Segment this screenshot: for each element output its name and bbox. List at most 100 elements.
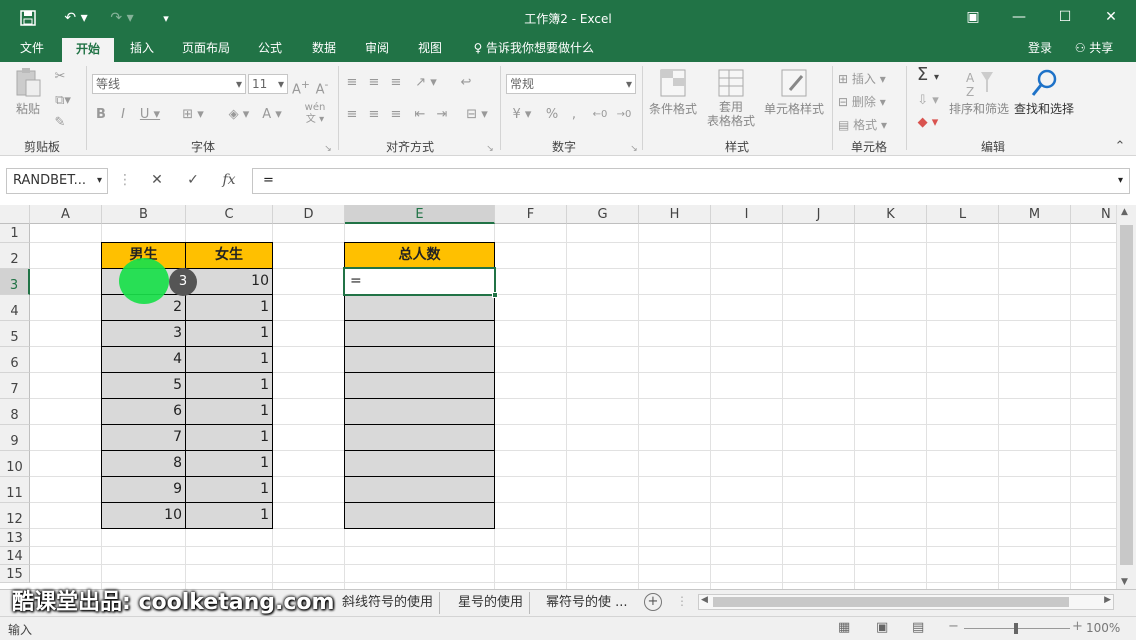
- header-cell-female[interactable]: 女生: [185, 242, 273, 269]
- cell-e10[interactable]: [344, 450, 495, 477]
- formula-input[interactable]: = ▾: [252, 168, 1130, 194]
- cell-b5[interactable]: 3: [101, 320, 186, 347]
- conditional-formatting-button[interactable]: 条件格式: [646, 68, 700, 117]
- cell-b11[interactable]: 9: [101, 476, 186, 503]
- dialog-launcher-icon[interactable]: ↘: [322, 140, 334, 158]
- column-header-i[interactable]: I: [711, 205, 783, 224]
- row-header-7[interactable]: 7: [0, 373, 30, 399]
- align-bottom-icon[interactable]: ≡: [388, 74, 404, 92]
- column-header-l[interactable]: L: [927, 205, 999, 224]
- paste-button[interactable]: 粘贴: [8, 68, 48, 117]
- decrease-decimal-icon[interactable]: →0: [614, 106, 634, 124]
- decrease-indent-icon[interactable]: ⇤: [412, 106, 428, 124]
- column-header-d[interactable]: D: [273, 205, 345, 224]
- cancel-icon[interactable]: ✕: [146, 172, 168, 190]
- copy-icon[interactable]: ⧉▾: [50, 92, 76, 110]
- italic-icon[interactable]: I: [116, 106, 130, 124]
- name-box[interactable]: RANDBET... ▾: [6, 168, 108, 194]
- column-header-m[interactable]: M: [999, 205, 1071, 224]
- format-cells-button[interactable]: ▤ 格式 ▾: [838, 116, 904, 133]
- cell-e11[interactable]: [344, 476, 495, 503]
- merge-center-icon[interactable]: ⊟ ▾: [462, 106, 492, 124]
- cell-c4[interactable]: 1: [185, 294, 273, 321]
- format-as-table-button[interactable]: 套用 表格格式: [702, 68, 760, 128]
- cell-e5[interactable]: [344, 320, 495, 347]
- sheet-tab-asterisk[interactable]: 星号的使用: [452, 592, 531, 614]
- row-header-6[interactable]: 6: [0, 347, 30, 373]
- vertical-scrollbar[interactable]: ▲ ▼: [1116, 205, 1136, 589]
- cell-c5[interactable]: 1: [185, 320, 273, 347]
- scroll-thumb[interactable]: [1120, 225, 1133, 565]
- horizontal-scrollbar[interactable]: ◀ ▶: [698, 594, 1114, 610]
- phonetic-icon[interactable]: wén 文 ▾: [298, 102, 332, 126]
- cell-c7[interactable]: 1: [185, 372, 273, 399]
- row-header-9[interactable]: 9: [0, 425, 30, 451]
- cell-e8[interactable]: [344, 398, 495, 425]
- align-left-icon[interactable]: ≡: [344, 106, 360, 124]
- row-header-10[interactable]: 10: [0, 451, 30, 477]
- cell-b9[interactable]: 7: [101, 424, 186, 451]
- column-header-f[interactable]: F: [495, 205, 567, 224]
- cell-b8[interactable]: 6: [101, 398, 186, 425]
- column-header-b[interactable]: B: [102, 205, 186, 224]
- cell-b7[interactable]: 5: [101, 372, 186, 399]
- zoom-out-icon[interactable]: −: [948, 619, 959, 634]
- column-header-e[interactable]: E: [345, 205, 495, 224]
- zoom-slider-thumb[interactable]: [1014, 623, 1018, 634]
- scroll-right-icon[interactable]: ▶: [1104, 595, 1111, 605]
- row-header-14[interactable]: 14: [0, 547, 30, 565]
- active-cell-e3[interactable]: =: [343, 267, 498, 298]
- row-header-11[interactable]: 11: [0, 477, 30, 503]
- dialog-launcher-icon[interactable]: ↘: [484, 140, 496, 158]
- cell-styles-button[interactable]: 单元格样式: [762, 68, 826, 117]
- comma-style-icon[interactable]: ,: [566, 106, 582, 124]
- cell-e4[interactable]: [344, 294, 495, 321]
- maximize-icon[interactable]: ☐: [1042, 0, 1088, 34]
- normal-view-icon[interactable]: ▦: [838, 620, 850, 635]
- column-header-a[interactable]: A: [30, 205, 102, 224]
- page-break-view-icon[interactable]: ▤: [912, 620, 924, 635]
- cell-b6[interactable]: 4: [101, 346, 186, 373]
- fill-color-icon[interactable]: ◈ ▾: [224, 106, 254, 124]
- column-header-g[interactable]: G: [567, 205, 639, 224]
- insert-cells-button[interactable]: ⊞ 插入 ▾: [838, 70, 904, 87]
- scroll-thumb[interactable]: [713, 597, 1069, 607]
- scroll-down-icon[interactable]: ▼: [1121, 577, 1128, 587]
- enter-icon[interactable]: ✓: [182, 172, 204, 190]
- cell-c6[interactable]: 1: [185, 346, 273, 373]
- percent-icon[interactable]: %: [544, 106, 560, 124]
- scroll-up-icon[interactable]: ▲: [1121, 207, 1128, 217]
- worksheet-grid[interactable]: A B C D E F G H I J K L M N 1 2 3 4 5 6 …: [0, 205, 1116, 589]
- tab-view[interactable]: 视图: [408, 36, 452, 62]
- sign-in-link[interactable]: 登录: [1020, 36, 1060, 62]
- tab-review[interactable]: 审阅: [355, 36, 399, 62]
- scroll-left-icon[interactable]: ◀: [701, 595, 708, 605]
- tab-file[interactable]: 文件: [10, 36, 54, 62]
- minimize-icon[interactable]: —: [996, 0, 1042, 34]
- row-header-13[interactable]: 13: [0, 529, 30, 547]
- cell-e6[interactable]: [344, 346, 495, 373]
- row-header-4[interactable]: 4: [0, 295, 30, 321]
- ribbon-display-options-icon[interactable]: ▣: [950, 0, 996, 34]
- orientation-icon[interactable]: ↗ ▾: [412, 74, 440, 92]
- increase-indent-icon[interactable]: ⇥: [434, 106, 450, 124]
- tab-home[interactable]: 开始: [62, 36, 114, 62]
- align-right-icon[interactable]: ≡: [388, 106, 404, 124]
- cell-c9[interactable]: 1: [185, 424, 273, 451]
- add-sheet-icon[interactable]: +: [644, 593, 662, 611]
- column-header-c[interactable]: C: [186, 205, 273, 224]
- tab-formulas[interactable]: 公式: [248, 36, 292, 62]
- insert-function-icon[interactable]: fx: [218, 172, 240, 190]
- clear-icon[interactable]: ◆ ▾: [912, 114, 944, 132]
- cell-c12[interactable]: 1: [185, 502, 273, 529]
- bold-icon[interactable]: B: [94, 106, 108, 124]
- increase-font-icon[interactable]: A+: [292, 76, 310, 99]
- delete-cells-button[interactable]: ⊟ 删除 ▾: [838, 93, 904, 110]
- tab-page-layout[interactable]: 页面布局: [172, 36, 240, 62]
- header-cell-total[interactable]: 总人数: [344, 242, 495, 269]
- align-middle-icon[interactable]: ≡: [366, 74, 382, 92]
- cell-c11[interactable]: 1: [185, 476, 273, 503]
- column-header-j[interactable]: J: [783, 205, 855, 224]
- align-top-icon[interactable]: ≡: [344, 74, 360, 92]
- share-button[interactable]: ⚇ 共享: [1062, 36, 1126, 62]
